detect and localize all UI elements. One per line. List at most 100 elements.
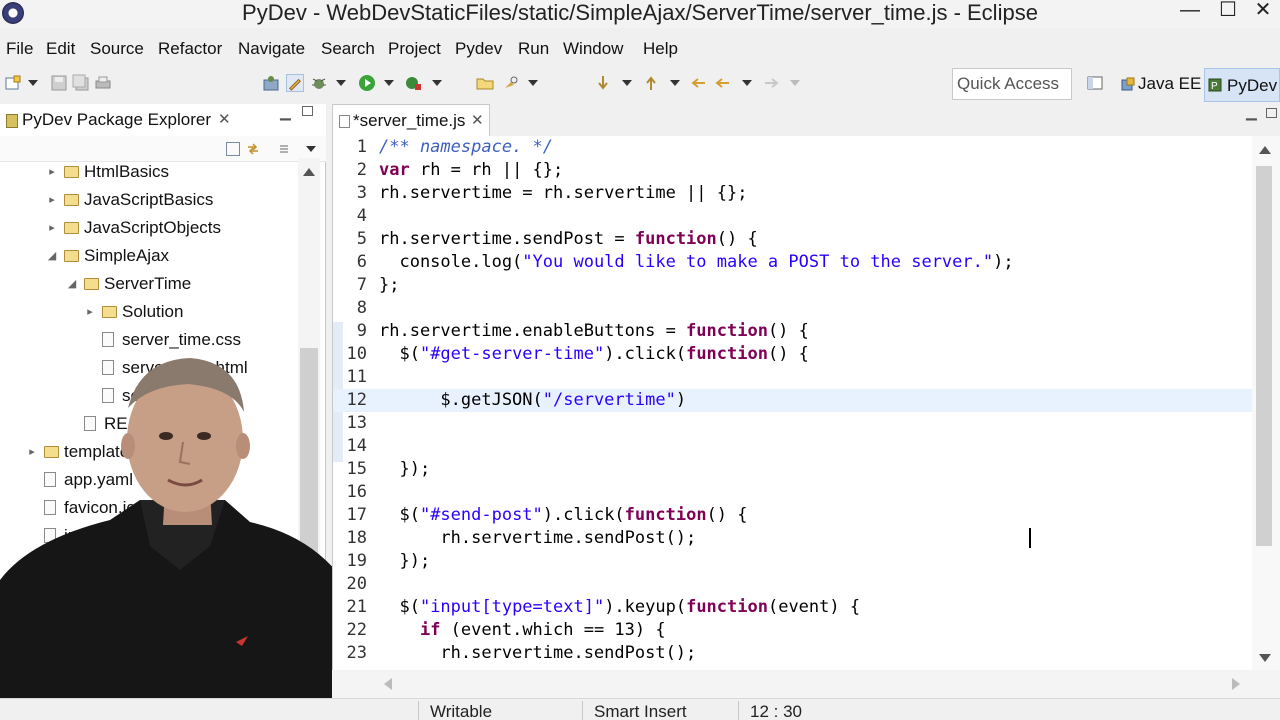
tree-item[interactable]: ◢ SimpleAjax	[0, 242, 298, 270]
expand-arrow-icon[interactable]: ▸	[84, 298, 96, 326]
toggle-mark-occurrences-icon[interactable]	[286, 74, 304, 92]
code-editor[interactable]: 1 /** namespace. */ 2 var rh = rh || {}; 3 rh…	[332, 136, 1253, 670]
code-line[interactable]: 20	[333, 573, 1253, 596]
back-icon[interactable]	[714, 74, 732, 92]
print-icon[interactable]	[94, 74, 112, 92]
code-line[interactable]: 2 var rh = rh || {};	[333, 159, 1253, 182]
code-line[interactable]: 14	[333, 435, 1253, 458]
code-line[interactable]: 5 rh.servertime.sendPost = function() {	[333, 228, 1253, 251]
save-all-icon[interactable]	[72, 74, 90, 92]
scroll-right-icon[interactable]	[1232, 678, 1240, 690]
menu-refactor[interactable]: Refactor	[158, 36, 222, 62]
menu-file[interactable]: File	[6, 36, 33, 62]
search-dropdown-icon[interactable]	[528, 80, 538, 86]
scroll-left-icon[interactable]	[384, 678, 392, 690]
view-menu-icon[interactable]	[278, 142, 292, 156]
perspective-java-ee[interactable]: Java EE	[1118, 68, 1201, 100]
maximize-editor-icon[interactable]	[1266, 108, 1277, 118]
code-line[interactable]: 23 rh.servertime.sendPost();	[333, 642, 1253, 665]
menu-window[interactable]: Window	[563, 36, 623, 62]
package-explorer-tab[interactable]: PyDev Package Explorer ✕ ▁	[0, 104, 326, 136]
code-line[interactable]: 9 rh.servertime.enableButtons = function(…	[333, 320, 1253, 343]
editor-vertical-scrollbar[interactable]	[1252, 136, 1280, 670]
close-view-icon[interactable]: ✕	[218, 110, 231, 128]
svg-text:P: P	[1211, 81, 1218, 92]
maximize-view-icon[interactable]	[302, 106, 313, 116]
collapse-arrow-icon[interactable]: ◢	[46, 242, 58, 270]
perspective-pydev[interactable]: P PyDev	[1204, 68, 1280, 102]
maximize-button[interactable]: ☐	[1208, 0, 1248, 22]
expand-arrow-icon[interactable]: ▸	[46, 186, 58, 214]
code-line[interactable]: 12 $.getJSON("/servertime")	[333, 389, 1253, 412]
run-dropdown-icon[interactable]	[384, 80, 394, 86]
save-icon[interactable]	[50, 74, 68, 92]
search-tool-icon[interactable]	[502, 74, 520, 92]
new-icon[interactable]	[4, 74, 22, 92]
code-line[interactable]: 10 $("#get-server-time").click(function(…	[333, 343, 1253, 366]
menu-edit[interactable]: Edit	[46, 36, 75, 62]
code-line[interactable]: 4	[333, 205, 1253, 228]
expand-arrow-icon[interactable]: ▸	[46, 214, 58, 242]
code-line[interactable]: 15 });	[333, 458, 1253, 481]
next-annotation-icon[interactable]	[594, 74, 612, 92]
menu-help[interactable]: Help	[643, 36, 678, 62]
forward-dropdown-icon[interactable]	[790, 80, 800, 86]
close-window-button[interactable]: ✕	[1246, 0, 1280, 22]
new-dropdown-icon[interactable]	[28, 80, 38, 86]
minimize-view-icon[interactable]: ▁	[280, 104, 291, 121]
code-line[interactable]: 6 console.log("You would like to make a …	[333, 251, 1253, 274]
debug-dropdown-icon[interactable]	[336, 80, 346, 86]
open-perspective-icon[interactable]	[262, 74, 280, 92]
code-line[interactable]: 21 $("input[type=text]").keyup(function(…	[333, 596, 1253, 619]
minimize-editor-icon[interactable]: ▁	[1246, 104, 1257, 121]
previous-annotation-icon[interactable]	[642, 74, 660, 92]
tree-item[interactable]: ◢ ServerTime	[0, 270, 298, 298]
code-line[interactable]: 8	[333, 297, 1253, 320]
code-line[interactable]: 11	[333, 366, 1253, 389]
collapse-arrow-icon[interactable]: ◢	[66, 270, 78, 298]
external-tools-dropdown-icon[interactable]	[432, 80, 442, 86]
menu-pydev[interactable]: Pydev	[455, 36, 502, 62]
view-menu-dropdown-icon[interactable]	[306, 146, 316, 152]
scroll-down-icon[interactable]	[1259, 654, 1271, 662]
collapse-all-icon[interactable]	[226, 142, 240, 156]
scroll-up-icon[interactable]	[1259, 146, 1271, 154]
menu-navigate[interactable]: Navigate	[238, 36, 305, 62]
tree-item[interactable]: ▸ JavaScriptObjects	[0, 214, 298, 242]
last-edit-location-icon[interactable]	[690, 74, 708, 92]
minimize-button[interactable]: —	[1170, 0, 1210, 22]
menu-source[interactable]: Source	[90, 36, 144, 62]
code-line[interactable]: 17 $("#send-post").click(function() {	[333, 504, 1253, 527]
back-dropdown-icon[interactable]	[742, 80, 752, 86]
code-line[interactable]: 16	[333, 481, 1253, 504]
forward-icon[interactable]	[762, 74, 780, 92]
scroll-up-icon[interactable]	[303, 168, 315, 176]
code-line[interactable]: 19 });	[333, 550, 1253, 573]
scroll-thumb[interactable]	[1256, 166, 1272, 546]
tree-item[interactable]: ▸ Solution	[0, 298, 298, 326]
previous-annotation-dropdown-icon[interactable]	[670, 80, 680, 86]
code-line[interactable]: 1 /** namespace. */	[333, 136, 1253, 159]
editor-tab-server-time-js[interactable]: *server_time.js ✕	[332, 104, 490, 136]
menu-project[interactable]: Project	[388, 36, 441, 62]
link-with-editor-icon[interactable]	[246, 142, 260, 156]
debug-icon[interactable]	[310, 74, 328, 92]
menu-run[interactable]: Run	[518, 36, 549, 62]
menu-search[interactable]: Search	[321, 36, 375, 62]
code-line[interactable]: 22 if (event.which == 13) {	[333, 619, 1253, 642]
next-annotation-dropdown-icon[interactable]	[622, 80, 632, 86]
quick-access-field[interactable]: Quick Access	[952, 68, 1072, 100]
code-line[interactable]: 13	[333, 412, 1253, 435]
open-folder-icon[interactable]	[476, 74, 494, 92]
external-tools-icon[interactable]	[404, 74, 422, 92]
expand-arrow-icon[interactable]: ▸	[46, 158, 58, 186]
run-icon[interactable]	[358, 74, 376, 92]
code-line[interactable]: 7};	[333, 274, 1253, 297]
code-line[interactable]: 3 rh.servertime = rh.servertime || {};	[333, 182, 1253, 205]
tree-item[interactable]: ▸ JavaScriptBasics	[0, 186, 298, 214]
open-perspective-button-icon[interactable]	[1086, 74, 1104, 92]
code-line[interactable]: 18 rh.servertime.sendPost();	[333, 527, 1253, 550]
tree-item[interactable]: ▸ HtmlBasics	[0, 158, 298, 186]
close-editor-icon[interactable]: ✕	[471, 111, 484, 129]
editor-horizontal-scrollbar[interactable]	[332, 670, 1280, 698]
